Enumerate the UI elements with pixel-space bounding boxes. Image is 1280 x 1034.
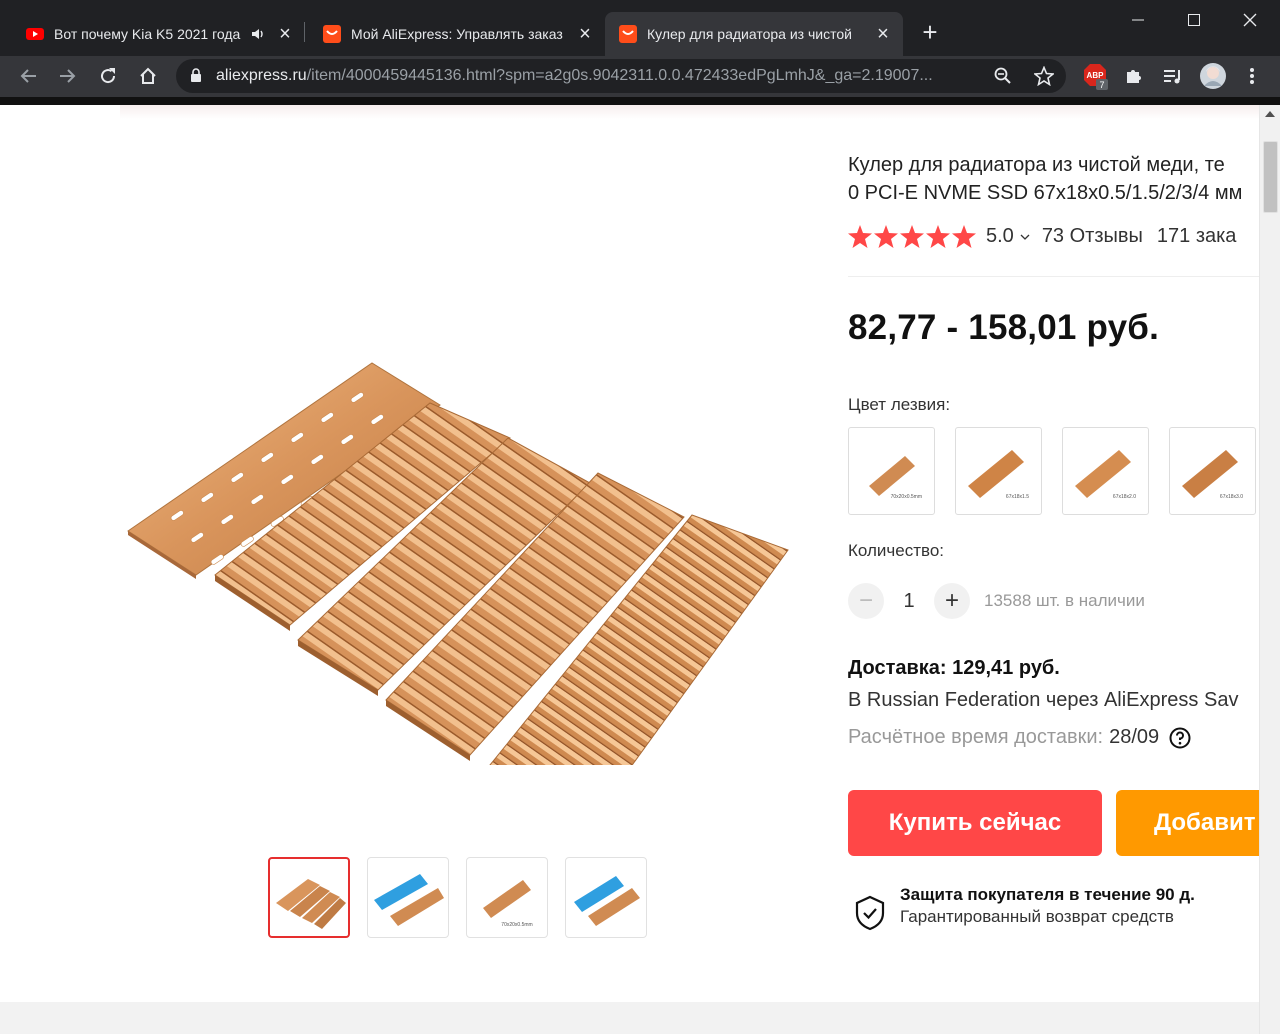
reload-icon[interactable] <box>92 60 124 92</box>
aliexpress-icon <box>619 25 637 43</box>
adblock-label: ABP <box>1087 71 1105 80</box>
thumbnail-1[interactable] <box>268 857 350 938</box>
product-main-image[interactable] <box>110 245 810 765</box>
color-label: Цвет лезвия: <box>848 395 951 414</box>
stock-available: 13588 шт. в наличии <box>984 591 1145 610</box>
buy-now-button[interactable]: Купить сейчас <box>848 790 1102 856</box>
protection-subtitle: Гарантированный возврат средств <box>900 907 1174 926</box>
maximize-icon[interactable] <box>1165 0 1223 40</box>
tab-aliexpress-orders[interactable]: Мой AliExpress: Управлять заказ × <box>305 12 605 56</box>
scrollbar-thumb[interactable] <box>1263 141 1278 213</box>
menu-kebab-icon[interactable] <box>1236 60 1268 92</box>
url-host: aliexpress.ru <box>216 67 307 84</box>
page-top-border <box>0 97 1280 105</box>
tab-title: Вот почему Kia K5 2021 года <box>54 26 241 42</box>
home-icon[interactable] <box>132 60 164 92</box>
back-icon[interactable] <box>12 60 44 92</box>
shipping-cost: Доставка: 129,41 руб. <box>848 657 1060 679</box>
thumbnail-2[interactable] <box>367 857 449 938</box>
divider <box>848 276 1259 277</box>
swatch-caption: 67x18x1.5 <box>1005 494 1029 500</box>
page-scrollbar[interactable] <box>1259 105 1280 1034</box>
star-icon <box>926 225 950 248</box>
speaker-icon[interactable] <box>251 27 267 41</box>
lock-icon <box>191 68 201 82</box>
media-control-icon[interactable] <box>1157 60 1189 92</box>
thumbnail-strip: 70x20x0.5mm <box>268 857 647 938</box>
bookmark-star-icon[interactable] <box>1032 65 1056 91</box>
adblock-extension-icon[interactable]: ABP 7 <box>1079 60 1111 92</box>
thumbnail-4[interactable] <box>565 857 647 938</box>
quantity-value[interactable]: 1 <box>884 590 934 613</box>
star-icon <box>900 225 924 248</box>
quantity-label: Количество: <box>848 541 945 560</box>
page-section-band <box>0 1002 1259 1034</box>
swatch-caption: 67x18x2.0 <box>1112 494 1136 500</box>
thumbnail-caption: 70x20x0.5mm <box>501 922 532 928</box>
tab-close-icon[interactable]: × <box>873 24 893 44</box>
swatch-3[interactable]: 67x18x2.0 <box>1062 427 1149 515</box>
zoom-icon[interactable] <box>994 67 1012 90</box>
product-title: Кулер для радиатора из чистой меди, те 0… <box>848 151 1259 207</box>
star-icon <box>952 225 976 248</box>
url-path: /item/4000459445136.html?spm=a2g0s.90423… <box>306 67 933 84</box>
shipping-method-link[interactable]: В Russian Federation через AliExpress Sa… <box>848 689 1238 712</box>
tab-title: Мой AliExpress: Управлять заказ <box>351 26 563 42</box>
swatch-2[interactable]: 67x18x1.5 <box>955 427 1042 515</box>
extension-badge: 7 <box>1099 80 1104 90</box>
reviews-link[interactable]: 73 Отзывы <box>1042 225 1143 248</box>
chevron-down-icon[interactable] <box>1020 233 1030 241</box>
product-title-line-1: Кулер для радиатора из чистой меди, те <box>848 154 1225 176</box>
window-close-icon[interactable] <box>1221 0 1279 40</box>
forward-icon[interactable] <box>52 60 84 92</box>
tab-title: Кулер для радиатора из чистой <box>647 26 852 42</box>
price-range: 82,77 - 158,01 руб. <box>848 308 1159 347</box>
tab-close-icon[interactable]: × <box>275 24 295 44</box>
delivery-estimate: Расчётное время доставки: 28/09 <box>848 726 1191 749</box>
add-to-cart-button[interactable]: Добавит <box>1116 790 1259 856</box>
thumbnail-3[interactable]: 70x20x0.5mm <box>466 857 548 938</box>
youtube-icon <box>26 28 44 40</box>
delivery-date: 28/09 <box>1109 726 1160 748</box>
rating-stars <box>848 225 976 248</box>
rating-row: 5.0 73 Отзывы 171 зака <box>848 225 1236 248</box>
orders-count: 171 зака <box>1156 225 1237 247</box>
swatch-caption: 70x20x0.5mm <box>890 494 922 500</box>
color-swatches: 70x20x0.5mm 67x18x1.5 67x18x2.0 67x18x3.… <box>848 427 1256 515</box>
shield-check-icon <box>855 895 885 931</box>
tab-close-icon[interactable]: × <box>575 24 595 44</box>
profile-avatar-icon[interactable] <box>1197 60 1229 92</box>
help-icon[interactable] <box>1169 727 1191 749</box>
star-icon <box>848 225 872 248</box>
quantity-increase-button[interactable]: + <box>934 583 970 619</box>
tab-aliexpress-product[interactable]: Кулер для радиатора из чистой × <box>605 12 903 56</box>
star-icon <box>874 225 898 248</box>
browser-toolbar: aliexpress.ru/item/4000459445136.html?sp… <box>0 56 1280 97</box>
minimize-icon[interactable] <box>1109 0 1167 40</box>
protection-title: Защита покупателя в течение 90 д. <box>900 885 1195 904</box>
swatch-4[interactable]: 67x18x3.0 <box>1169 427 1256 515</box>
quantity-decrease-button[interactable]: − <box>848 583 884 619</box>
delivery-label: Расчётное время доставки: <box>848 726 1104 748</box>
new-tab-icon[interactable]: + <box>916 18 944 46</box>
tab-youtube[interactable]: Вот почему Kia K5 2021 года × <box>0 12 305 56</box>
swatch-1[interactable]: 70x20x0.5mm <box>848 427 935 515</box>
extensions-puzzle-icon[interactable] <box>1117 60 1149 92</box>
scroll-up-arrow[interactable] <box>1265 111 1275 117</box>
quantity-stepper: − 1 + 13588 шт. в наличии <box>848 583 1145 619</box>
aliexpress-icon <box>323 25 341 43</box>
buyer-protection: Защита покупателя в течение 90 д. Гарант… <box>854 885 1195 931</box>
swatch-caption: 67x18x3.0 <box>1219 494 1243 500</box>
address-bar[interactable]: aliexpress.ru/item/4000459445136.html?sp… <box>176 59 1066 93</box>
url-text: aliexpress.ru/item/4000459445136.html?sp… <box>216 67 981 85</box>
product-title-line-2: 0 PCI-E NVME SSD 67x18x0.5/1.5/2/3/4 мм <box>848 182 1243 204</box>
header-shadow <box>120 105 1259 119</box>
page-viewport: 70x20x0.5mm Кулер для радиатора из чисто… <box>0 105 1259 1034</box>
rating-value[interactable]: 5.0 <box>986 225 1014 248</box>
tab-strip: Вот почему Kia K5 2021 года × Мой AliExp… <box>0 0 1280 56</box>
